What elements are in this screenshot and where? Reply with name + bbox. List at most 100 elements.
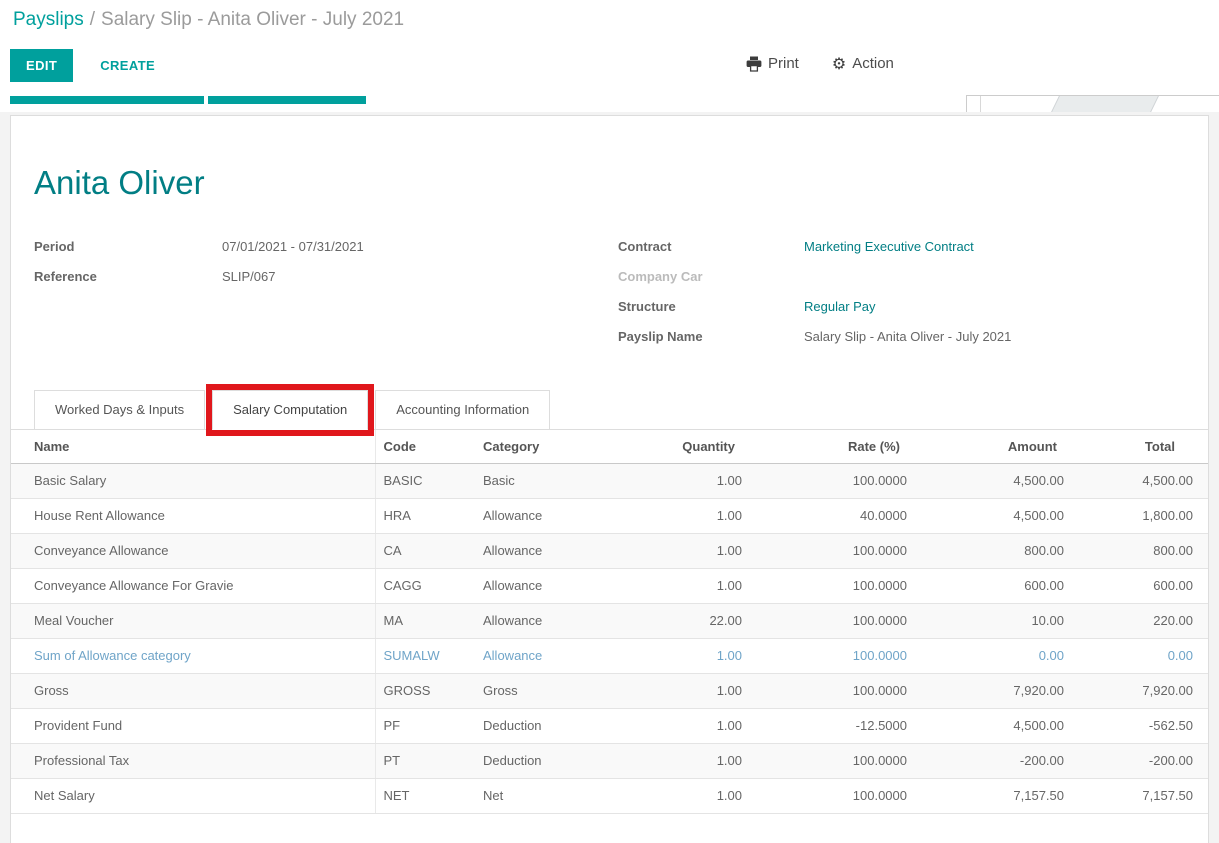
cell-code: PT: [375, 744, 475, 779]
field-row: Period 07/01/2021 - 07/31/2021: [34, 237, 618, 257]
employee-name-title: Anita Oliver: [34, 164, 1208, 202]
table-row[interactable]: House Rent Allowance HRA Allowance 1.00 …: [11, 499, 1208, 534]
cell-quantity: 1.00: [635, 534, 745, 569]
cell-quantity: 1.00: [635, 639, 745, 674]
field-row: Contract Marketing Executive Contract: [618, 237, 1185, 257]
col-header-amount[interactable]: Amount: [910, 430, 1067, 464]
statusbar-stage[interactable]: [1050, 95, 1160, 112]
table-row[interactable]: Sum of Allowance category SUMALW Allowan…: [11, 639, 1208, 674]
table-body: Basic Salary BASIC Basic 1.00 100.0000 4…: [11, 464, 1208, 814]
col-header-name[interactable]: Name: [11, 430, 375, 464]
cell-name: Provident Fund: [11, 709, 375, 744]
cell-category: Net: [475, 779, 635, 814]
progress-bar-segment-1: [10, 96, 204, 104]
cell-amount: 800.00: [910, 534, 1067, 569]
field-section: Period 07/01/2021 - 07/31/2021 Reference…: [34, 237, 1185, 357]
print-button[interactable]: Print: [746, 55, 799, 72]
edit-button[interactable]: EDIT: [10, 49, 73, 82]
field-label: Period: [34, 237, 222, 257]
field-value[interactable]: Regular Pay: [804, 297, 876, 317]
table-header-row: Name Code Category Quantity Rate (%) Amo…: [11, 430, 1208, 464]
cell-rate: 100.0000: [745, 639, 910, 674]
col-header-rate[interactable]: Rate (%): [745, 430, 910, 464]
cell-category: Allowance: [475, 639, 635, 674]
field-value: Salary Slip - Anita Oliver - July 2021: [804, 327, 1011, 347]
cell-amount: 0.00: [910, 639, 1067, 674]
field-value: 07/01/2021 - 07/31/2021: [222, 237, 364, 257]
cell-amount: 600.00: [910, 569, 1067, 604]
cell-total: 7,920.00: [1067, 674, 1208, 709]
cell-rate: 100.0000: [745, 534, 910, 569]
breadcrumb-current: Salary Slip - Anita Oliver - July 2021: [101, 9, 404, 30]
cell-quantity: 1.00: [635, 569, 745, 604]
cell-amount: 4,500.00: [910, 709, 1067, 744]
notebook-tabs: Worked Days & Inputs Salary Computation …: [11, 390, 1208, 430]
cell-name: Meal Voucher: [11, 604, 375, 639]
table-row[interactable]: Conveyance Allowance For Gravie CAGG All…: [11, 569, 1208, 604]
col-header-quantity[interactable]: Quantity: [635, 430, 745, 464]
col-header-total[interactable]: Total: [1067, 430, 1208, 464]
cell-category: Allowance: [475, 604, 635, 639]
table-row[interactable]: Professional Tax PT Deduction 1.00 100.0…: [11, 744, 1208, 779]
create-button[interactable]: CREATE: [94, 57, 161, 74]
cell-code: PF: [375, 709, 475, 744]
cell-total: -562.50: [1067, 709, 1208, 744]
cell-total: 220.00: [1067, 604, 1208, 639]
cell-total: 0.00: [1067, 639, 1208, 674]
cell-code: CAGG: [375, 569, 475, 604]
field-row: Reference SLIP/067: [34, 267, 618, 287]
cell-category: Deduction: [475, 744, 635, 779]
col-header-code[interactable]: Code: [375, 430, 475, 464]
cell-amount: 10.00: [910, 604, 1067, 639]
cell-name: Gross: [11, 674, 375, 709]
action-button[interactable]: ⚙ Action: [832, 55, 894, 72]
table-row[interactable]: Basic Salary BASIC Basic 1.00 100.0000 4…: [11, 464, 1208, 499]
table-row[interactable]: Net Salary NET Net 1.00 100.0000 7,157.5…: [11, 779, 1208, 814]
cell-rate: 100.0000: [745, 674, 910, 709]
cell-name: Sum of Allowance category: [11, 639, 375, 674]
breadcrumb-payslips-link[interactable]: Payslips: [13, 9, 84, 30]
print-label: Print: [768, 55, 799, 72]
cell-rate: 100.0000: [745, 604, 910, 639]
cell-quantity: 22.00: [635, 604, 745, 639]
notebook-tab[interactable]: Salary Computation: [212, 390, 368, 430]
notebook-tab[interactable]: Accounting Information: [375, 390, 550, 430]
field-label: Structure: [618, 297, 804, 317]
breadcrumb-separator: /: [90, 9, 95, 30]
cell-rate: 100.0000: [745, 464, 910, 499]
cell-category: Deduction: [475, 709, 635, 744]
field-row: Payslip Name Salary Slip - Anita Oliver …: [618, 327, 1185, 347]
cell-rate: -12.5000: [745, 709, 910, 744]
col-header-category[interactable]: Category: [475, 430, 635, 464]
cell-total: -200.00: [1067, 744, 1208, 779]
print-action-menu: Print ⚙ Action: [746, 55, 894, 72]
table-row[interactable]: Provident Fund PF Deduction 1.00 -12.500…: [11, 709, 1208, 744]
content-area: Anita Oliver Period 07/01/2021 - 07/31/2…: [0, 112, 1219, 843]
cell-category: Basic: [475, 464, 635, 499]
table-row[interactable]: Meal Voucher MA Allowance 22.00 100.0000…: [11, 604, 1208, 639]
cell-quantity: 1.00: [635, 674, 745, 709]
cell-category: Allowance: [475, 534, 635, 569]
field-label: Company Car: [618, 267, 804, 287]
cell-total: 800.00: [1067, 534, 1208, 569]
field-value: SLIP/067: [222, 267, 276, 287]
cell-rate: 40.0000: [745, 499, 910, 534]
tab-label: Accounting Information: [396, 402, 529, 417]
breadcrumb: Payslips / Salary Slip - Anita Oliver - Ju…: [0, 0, 1219, 31]
cell-total: 7,157.50: [1067, 779, 1208, 814]
cell-code: HRA: [375, 499, 475, 534]
cell-name: Conveyance Allowance For Gravie: [11, 569, 375, 604]
table-row[interactable]: Conveyance Allowance CA Allowance 1.00 1…: [11, 534, 1208, 569]
action-label: Action: [852, 55, 894, 72]
field-group-left: Period 07/01/2021 - 07/31/2021 Reference…: [34, 237, 618, 357]
cell-total: 1,800.00: [1067, 499, 1208, 534]
cell-amount: 4,500.00: [910, 464, 1067, 499]
tab-label: Salary Computation: [233, 402, 347, 417]
cell-code: MA: [375, 604, 475, 639]
table-row[interactable]: Gross GROSS Gross 1.00 100.0000 7,920.00…: [11, 674, 1208, 709]
cell-code: SUMALW: [375, 639, 475, 674]
cell-rate: 100.0000: [745, 569, 910, 604]
notebook-tab[interactable]: Worked Days & Inputs: [34, 390, 205, 430]
cell-category: Allowance: [475, 499, 635, 534]
field-value[interactable]: Marketing Executive Contract: [804, 237, 974, 257]
